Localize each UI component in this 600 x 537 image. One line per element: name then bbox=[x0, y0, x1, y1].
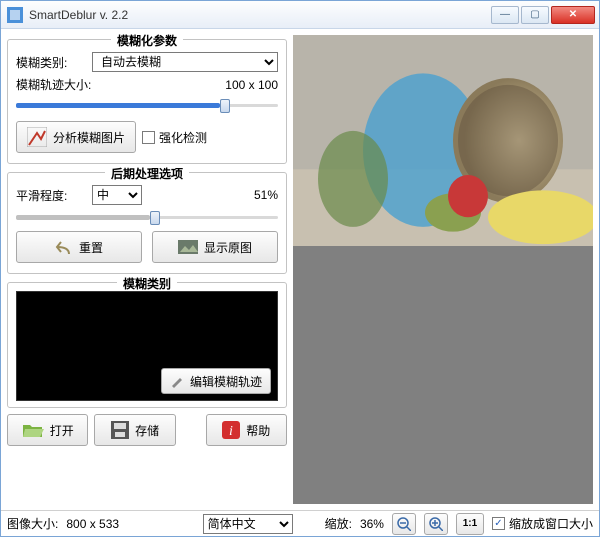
smoothness-label: 平滑程度: bbox=[16, 187, 86, 204]
preview-image bbox=[293, 35, 593, 246]
smoothness-slider[interactable] bbox=[16, 209, 278, 225]
blur-type-select[interactable]: 自动去模糊 bbox=[92, 52, 278, 72]
save-floppy-icon bbox=[111, 421, 129, 439]
smoothness-value: 51% bbox=[148, 188, 278, 202]
close-button[interactable]: ✕ bbox=[551, 6, 595, 24]
group-title: 模糊类别 bbox=[117, 275, 177, 292]
reset-label: 重置 bbox=[79, 239, 103, 256]
titlebar: SmartDeblur v. 2.2 — ▢ ✕ bbox=[1, 1, 599, 29]
checkbox-box bbox=[142, 131, 155, 144]
zoom-value: 36% bbox=[360, 517, 384, 531]
smoothness-select[interactable]: 中 bbox=[92, 185, 142, 205]
group-title: 后期处理选项 bbox=[105, 165, 189, 182]
statusbar: 图像大小: 800 x 533 简体中文 缩放: 36% 1:1 ✓ 缩放成窗口… bbox=[1, 510, 599, 536]
image-size-value: 800 x 533 bbox=[66, 517, 119, 531]
undo-icon bbox=[55, 240, 73, 254]
content-area: 模糊化参数 模糊类别: 自动去模糊 模糊轨迹大小: 100 x 100 bbox=[1, 29, 599, 510]
checkbox-box: ✓ bbox=[492, 517, 505, 530]
blur-params-group: 模糊化参数 模糊类别: 自动去模糊 模糊轨迹大小: 100 x 100 bbox=[7, 39, 287, 164]
image-preview[interactable] bbox=[293, 35, 593, 504]
open-label: 打开 bbox=[50, 422, 74, 439]
kernel-size-value: 100 x 100 bbox=[97, 78, 278, 92]
zoom-out-button[interactable] bbox=[392, 513, 416, 535]
kernel-size-slider[interactable] bbox=[16, 97, 278, 113]
fit-window-label: 缩放成窗口大小 bbox=[509, 515, 593, 532]
window-title: SmartDeblur v. 2.2 bbox=[29, 8, 491, 22]
zoom-out-icon bbox=[397, 517, 411, 531]
enhance-detect-label: 强化检测 bbox=[159, 129, 207, 146]
window-buttons: — ▢ ✕ bbox=[491, 6, 595, 24]
edit-kernel-label: 编辑模糊轨迹 bbox=[190, 373, 262, 390]
file-buttons-row: 打开 存储 i 帮助 bbox=[7, 414, 287, 446]
language-select[interactable]: 简体中文 bbox=[203, 514, 293, 534]
minimize-button[interactable]: — bbox=[491, 6, 519, 24]
svg-text:i: i bbox=[229, 424, 233, 439]
open-folder-icon bbox=[22, 421, 44, 439]
analyze-button[interactable]: 分析模糊图片 bbox=[16, 121, 136, 153]
right-panel bbox=[293, 35, 593, 504]
open-button[interactable]: 打开 bbox=[7, 414, 88, 446]
blur-type-group: 模糊类别 编辑模糊轨迹 bbox=[7, 282, 287, 408]
one-to-one-label: 1:1 bbox=[463, 518, 477, 529]
blur-type-label: 模糊类别: bbox=[16, 54, 86, 71]
info-icon: i bbox=[222, 421, 240, 439]
zoom-1to1-button[interactable]: 1:1 bbox=[456, 513, 484, 535]
pencil-icon bbox=[170, 374, 184, 388]
enhance-detect-checkbox[interactable]: 强化检测 bbox=[142, 129, 207, 146]
show-original-label: 显示原图 bbox=[204, 239, 252, 256]
app-icon bbox=[7, 7, 23, 23]
save-label: 存储 bbox=[135, 422, 159, 439]
zoom-label: 缩放: bbox=[325, 515, 352, 532]
reset-button[interactable]: 重置 bbox=[16, 231, 142, 263]
post-process-group: 后期处理选项 平滑程度: 中 51% bbox=[7, 172, 287, 274]
maximize-button[interactable]: ▢ bbox=[521, 6, 549, 24]
left-panel: 模糊化参数 模糊类别: 自动去模糊 模糊轨迹大小: 100 x 100 bbox=[7, 35, 287, 504]
group-title: 模糊化参数 bbox=[111, 32, 183, 49]
kernel-size-label: 模糊轨迹大小: bbox=[16, 76, 91, 93]
fit-window-checkbox[interactable]: ✓ 缩放成窗口大小 bbox=[492, 515, 593, 532]
zoom-in-icon bbox=[429, 517, 443, 531]
image-icon bbox=[178, 240, 198, 254]
show-original-button[interactable]: 显示原图 bbox=[152, 231, 278, 263]
image-size-label: 图像大小: bbox=[7, 515, 58, 532]
analyze-icon bbox=[27, 127, 47, 147]
zoom-in-button[interactable] bbox=[424, 513, 448, 535]
edit-kernel-button[interactable]: 编辑模糊轨迹 bbox=[161, 368, 271, 394]
help-button[interactable]: i 帮助 bbox=[206, 414, 287, 446]
save-button[interactable]: 存储 bbox=[94, 414, 175, 446]
analyze-label: 分析模糊图片 bbox=[53, 129, 125, 146]
kernel-preview: 编辑模糊轨迹 bbox=[16, 291, 278, 401]
app-window: SmartDeblur v. 2.2 — ▢ ✕ 模糊化参数 模糊类别: 自动去… bbox=[0, 0, 600, 537]
help-label: 帮助 bbox=[246, 422, 270, 439]
